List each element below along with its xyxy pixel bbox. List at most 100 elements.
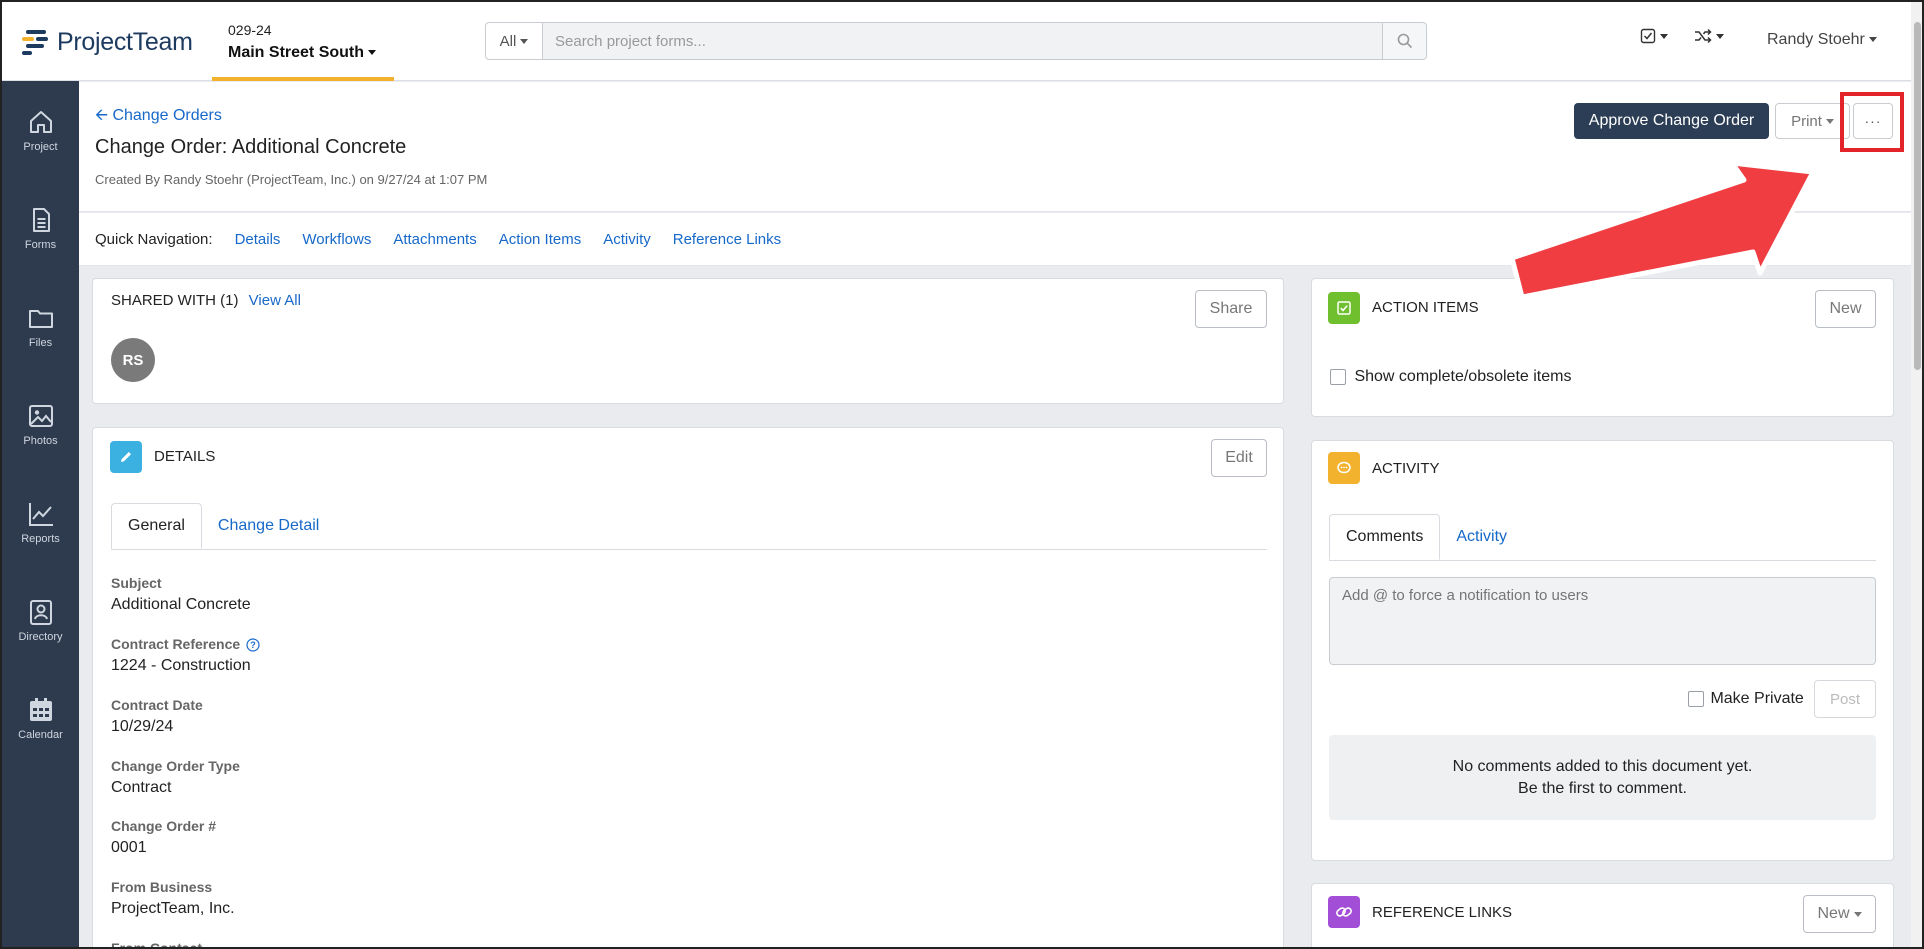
quick-nav-action-items[interactable]: Action Items: [499, 231, 582, 248]
make-private-checkbox[interactable]: [1688, 691, 1704, 707]
quick-nav-activity[interactable]: Activity: [603, 231, 651, 248]
field-value: 0001: [111, 839, 147, 856]
annotation-arrow-icon: [1509, 160, 1816, 300]
empty-comments-notice: No comments added to this document yet. …: [1329, 735, 1876, 820]
field-contract-reference: Contract Reference ? 1224 - Construction: [111, 636, 260, 675]
field-value: 1224 - Construction: [111, 657, 251, 675]
tab-general[interactable]: General: [111, 503, 202, 549]
chevron-down-icon: [1716, 33, 1724, 39]
chart-icon: [28, 502, 53, 526]
back-link[interactable]: 🡨 Change Orders: [95, 104, 222, 131]
sidebar-item-directory[interactable]: Directory: [2, 571, 79, 669]
search-input[interactable]: [543, 22, 1383, 60]
make-private-toggle[interactable]: Make Private: [1688, 690, 1804, 708]
field-label: Subject: [111, 575, 162, 591]
logo[interactable]: ProjectTeam: [22, 28, 193, 57]
field-label: Change Order Type: [111, 758, 240, 774]
home-icon: [29, 110, 52, 133]
shuffle-icon: [1695, 28, 1712, 44]
sidebar-item-label: Project: [23, 140, 58, 153]
tasks-dropdown[interactable]: [1640, 28, 1668, 44]
quick-nav-workflows[interactable]: Workflows: [302, 231, 371, 248]
quick-nav-reference-links[interactable]: Reference Links: [673, 231, 781, 248]
search-bar: All: [485, 22, 1427, 60]
details-title: DETAILS: [154, 448, 216, 465]
field-value: 10/29/24: [111, 718, 174, 735]
contact-icon: [29, 599, 52, 625]
sidebar-item-project[interactable]: Project: [2, 81, 79, 179]
user-menu[interactable]: Randy Stoehr: [1767, 31, 1877, 49]
pencil-icon: [110, 441, 142, 473]
field-label: From Business: [111, 879, 213, 895]
switch-project-dropdown[interactable]: [1694, 28, 1724, 44]
comment-input[interactable]: [1329, 577, 1876, 665]
share-button[interactable]: Share: [1195, 290, 1267, 328]
help-icon[interactable]: ?: [246, 638, 260, 652]
action-items-title: ACTION ITEMS: [1372, 299, 1479, 316]
avatar[interactable]: RS: [111, 338, 155, 382]
sidebar-item-label: Forms: [24, 238, 57, 251]
sidebar-item-label: Files: [28, 336, 53, 349]
checkbox-icon: [1640, 28, 1656, 44]
show-complete-toggle[interactable]: Show complete/obsolete items: [1330, 368, 1571, 386]
empty-comments-line2: Be the first to comment.: [1518, 779, 1687, 797]
quick-nav-details[interactable]: Details: [235, 231, 281, 248]
details-card: DETAILS Edit General Change Detail Subje…: [92, 427, 1284, 949]
checklist-icon: [1328, 292, 1360, 324]
project-code: 029-24: [228, 22, 272, 38]
created-by-text: Created By Randy Stoehr (ProjectTeam, In…: [95, 172, 488, 187]
activity-title: ACTIVITY: [1372, 460, 1440, 477]
sidebar-item-photos[interactable]: Photos: [2, 375, 79, 473]
post-button[interactable]: Post: [1814, 680, 1876, 718]
view-all-link[interactable]: View All: [249, 292, 301, 309]
chevron-down-icon: [1853, 911, 1862, 917]
scrollbar-thumb[interactable]: [1914, 22, 1921, 370]
sidebar: Project Forms Files Photos Reports Direc…: [2, 81, 79, 949]
show-complete-checkbox[interactable]: [1330, 369, 1346, 385]
field-value: Contract: [111, 779, 172, 796]
field-change-order-type: Change Order Type Contract: [111, 758, 240, 797]
search-scope-dropdown[interactable]: All: [485, 22, 543, 60]
top-actions: [1640, 28, 1724, 44]
reference-links-title: REFERENCE LINKS: [1372, 904, 1513, 921]
shared-with-card: SHARED WITH (1) View All Share RS: [92, 278, 1284, 404]
sidebar-item-forms[interactable]: Forms: [2, 179, 79, 277]
document-icon: [32, 207, 50, 232]
top-bar: ProjectTeam 029-24 Main Street South All…: [0, 0, 1924, 81]
search-icon: [1397, 33, 1412, 49]
field-from-business: From Business ProjectTeam, Inc.: [111, 879, 235, 918]
tab-activity[interactable]: Activity: [1440, 514, 1523, 560]
quick-nav-attachments[interactable]: Attachments: [393, 231, 476, 248]
sidebar-item-reports[interactable]: Reports: [2, 473, 79, 571]
details-tabs: General Change Detail: [111, 503, 1267, 550]
sidebar-item-label: Reports: [21, 532, 60, 545]
tab-change-detail[interactable]: Change Detail: [202, 503, 335, 549]
new-action-item-button[interactable]: New: [1815, 290, 1876, 328]
sidebar-item-calendar[interactable]: Calendar: [2, 669, 79, 767]
tab-comments[interactable]: Comments: [1329, 514, 1441, 560]
svg-text:?: ?: [250, 640, 256, 650]
sidebar-item-label: Calendar: [18, 728, 63, 741]
new-reference-link-dropdown[interactable]: New: [1803, 895, 1876, 933]
sidebar-item-label: Photos: [23, 434, 58, 447]
field-contract-date: Contract Date 10/29/24: [111, 697, 203, 736]
search-button[interactable]: [1383, 22, 1427, 60]
field-label: Change Order #: [111, 818, 217, 834]
edit-button[interactable]: Edit: [1211, 439, 1267, 477]
link-icon: [1328, 896, 1360, 928]
page-title: Change Order: Additional Concrete: [95, 136, 407, 158]
shared-with-header: SHARED WITH (1) View All: [111, 292, 301, 309]
sidebar-item-files[interactable]: Files: [2, 277, 79, 375]
show-complete-label: Show complete/obsolete items: [1354, 368, 1572, 385]
field-label: From Contact: [111, 940, 202, 949]
quick-nav-label: Quick Navigation:: [95, 230, 213, 248]
project-selector[interactable]: 029-24 Main Street South: [212, 0, 394, 81]
image-icon: [28, 404, 53, 427]
comment-icon: [1328, 452, 1360, 484]
field-label: Contract Reference: [111, 636, 241, 652]
print-dropdown[interactable]: Print: [1775, 103, 1850, 139]
project-name-dropdown[interactable]: Main Street South: [228, 44, 394, 62]
field-change-order-number: Change Order # 0001: [111, 818, 216, 857]
approve-change-order-button[interactable]: Approve Change Order: [1574, 103, 1769, 139]
folder-icon: [28, 309, 53, 328]
